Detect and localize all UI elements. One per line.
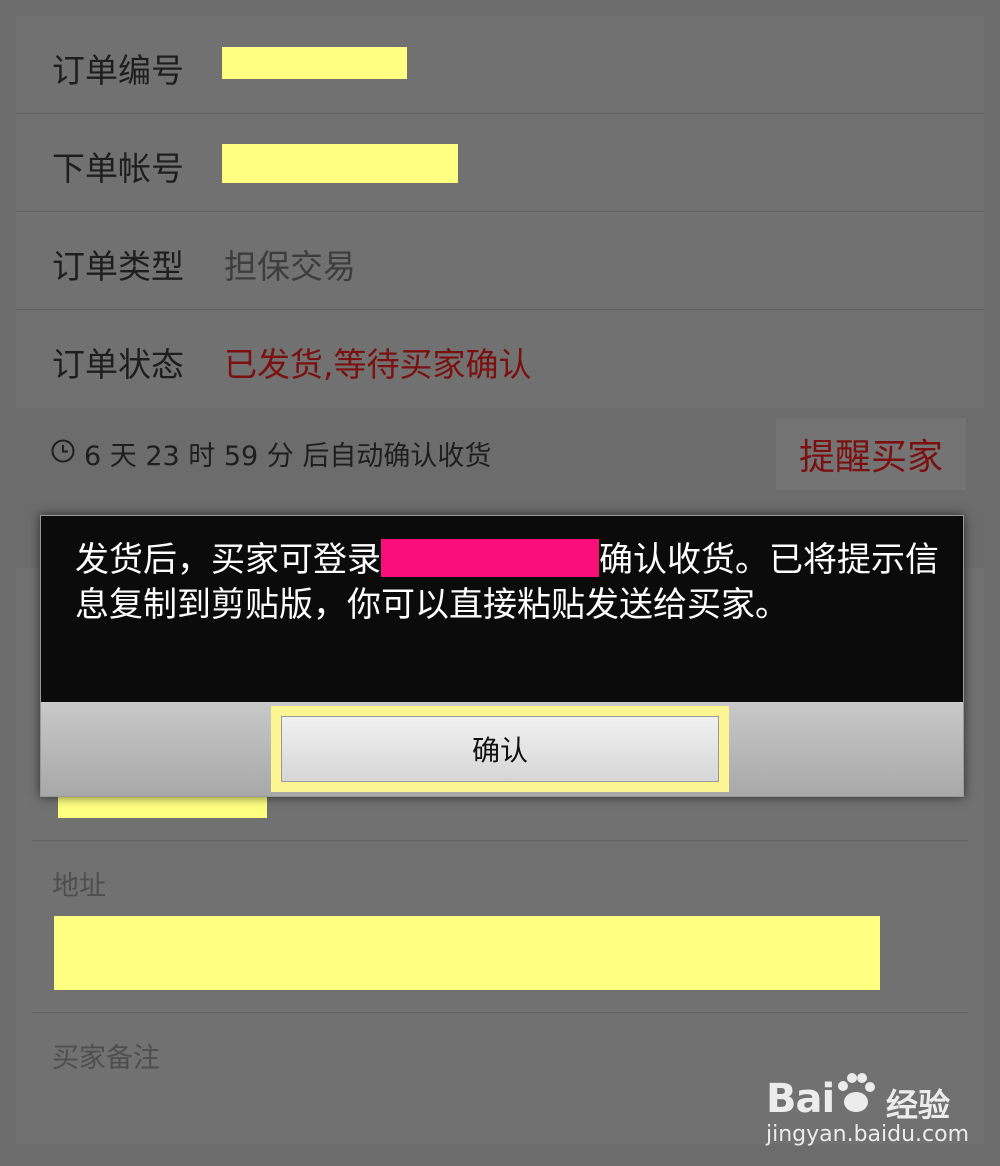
order-info-card: 订单编号 下单帐号 订单类型 担保交易 订单状态 已发货,等待买家确认 [16, 16, 984, 408]
address-redaction [54, 916, 880, 990]
paw-icon [838, 1073, 875, 1112]
auto-confirm-bar: 6 天 23 时 59 分 后自动确认收货 提醒买家 [16, 408, 984, 498]
order-type-value: 担保交易 [224, 247, 356, 286]
order-type-label: 订单类型 [52, 247, 184, 286]
order-type-row: 订单类型 担保交易 [16, 212, 984, 310]
order-status-row: 订单状态 已发货,等待买家确认 [16, 310, 984, 407]
dialog-message-start: 发货后，买家可登录 [75, 540, 381, 580]
dialog-body: 发货后，买家可登录 确认收货。已将提示信息复制到剪贴版，你可以直接粘贴发送给买家。 [41, 516, 963, 702]
order-account-row: 下单帐号 [16, 114, 984, 212]
address-label: 地址 [52, 871, 106, 902]
watermark-url: jingyan.baidu.com [766, 1122, 970, 1147]
phone-redaction [58, 794, 267, 818]
confirm-button[interactable]: 确认 [271, 706, 729, 792]
remind-buyer-button[interactable]: 提醒买家 [776, 418, 966, 490]
watermark-logo-text: Bai [766, 1076, 835, 1122]
order-account-label: 下单帐号 [52, 149, 184, 188]
confirm-button-label: 确认 [281, 716, 719, 782]
dialog-message: 发货后，买家可登录 确认收货。已将提示信息复制到剪贴版，你可以直接粘贴发送给买家。 [75, 538, 947, 628]
dialog-footer: 确认 [41, 702, 963, 796]
order-status-value: 已发货,等待买家确认 [224, 345, 532, 384]
divider [32, 840, 968, 841]
confirm-dialog: 发货后，买家可登录 确认收货。已将提示信息复制到剪贴版，你可以直接粘贴发送给买家。… [40, 515, 964, 797]
platform-name-redaction [381, 539, 599, 577]
order-account-redaction [222, 144, 458, 183]
order-status-label: 订单状态 [52, 345, 184, 384]
order-number-row: 订单编号 [16, 16, 984, 114]
order-number-redaction [222, 47, 407, 79]
clock-icon [51, 439, 75, 463]
order-number-label: 订单编号 [52, 51, 184, 90]
buyer-note-label: 买家备注 [52, 1043, 160, 1074]
auto-confirm-countdown: 6 天 23 时 59 分 后自动确认收货 [84, 441, 492, 472]
divider [32, 1012, 968, 1013]
baidu-jingyan-watermark: Bai 经验 jingyan.baidu.com [766, 1062, 986, 1152]
watermark-jingyan-text: 经验 [886, 1086, 951, 1124]
